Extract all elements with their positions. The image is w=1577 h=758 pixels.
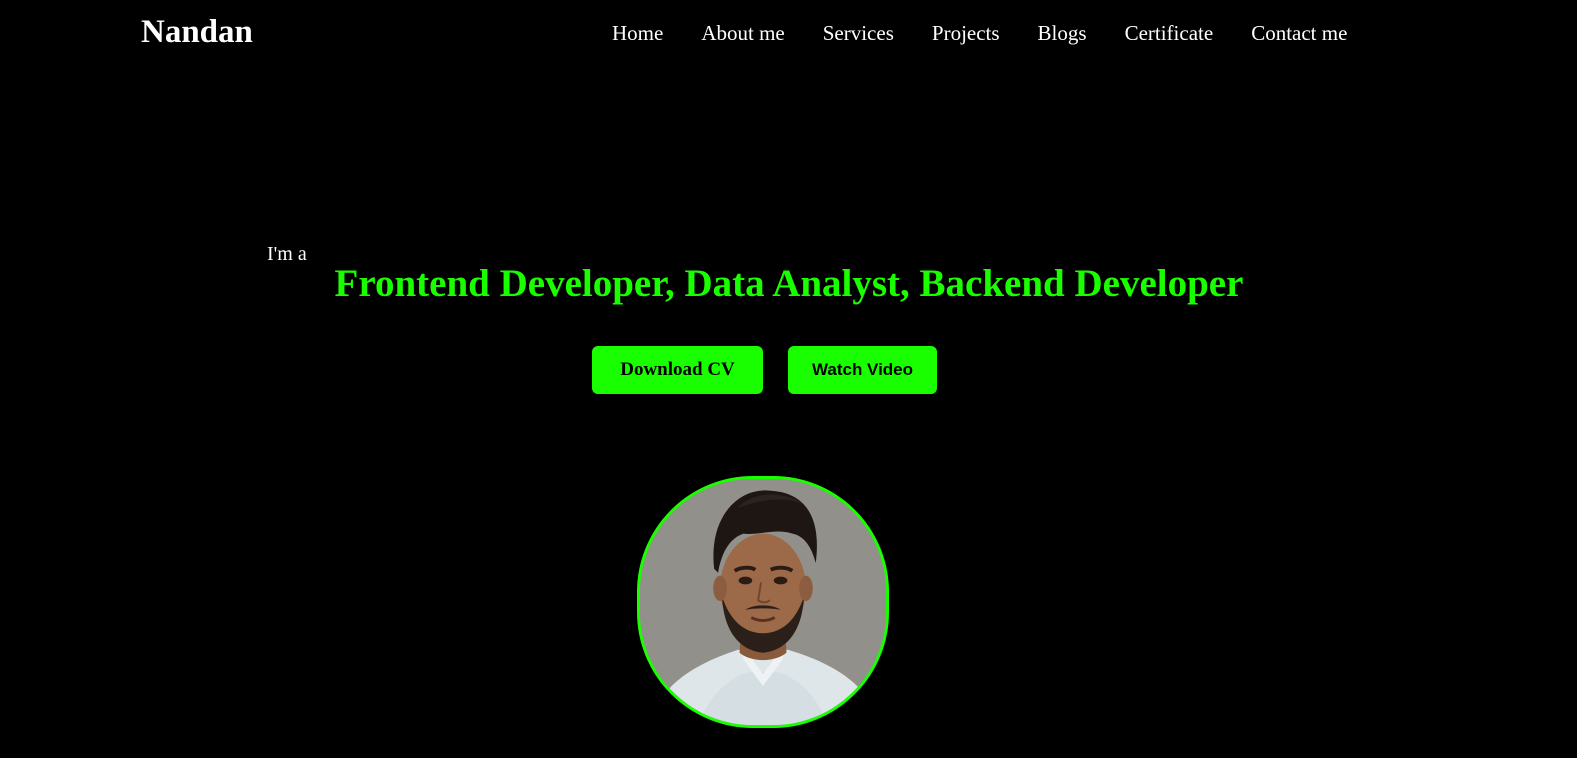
hero-roles: Frontend Developer, Data Analyst, Backen… bbox=[0, 260, 1577, 308]
nav-item-certificate: Certificate bbox=[1125, 19, 1214, 47]
nav-link-home[interactable]: Home bbox=[612, 19, 663, 47]
nav-link-about[interactable]: About me bbox=[701, 19, 784, 47]
nav-item-projects: Projects bbox=[932, 19, 1000, 47]
nav-item-home: Home bbox=[612, 19, 663, 47]
profile-avatar bbox=[637, 476, 889, 728]
hero-roles-text: Frontend Developer, Data Analyst, Backen… bbox=[334, 262, 1244, 305]
nav-link-services[interactable]: Services bbox=[823, 19, 894, 47]
nav-item-services: Services bbox=[823, 19, 894, 47]
nav-link-certificate[interactable]: Certificate bbox=[1125, 19, 1214, 47]
watch-video-button[interactable]: Watch Video bbox=[788, 346, 937, 394]
site-logo[interactable]: Nandan bbox=[141, 12, 253, 52]
nav-item-contact: Contact me bbox=[1251, 19, 1347, 47]
nav-link-contact[interactable]: Contact me bbox=[1251, 19, 1347, 47]
nav-item-blogs: Blogs bbox=[1038, 19, 1087, 47]
nav-link-projects[interactable]: Projects bbox=[932, 19, 1000, 47]
profile-photo bbox=[640, 479, 886, 725]
nav-item-about: About me bbox=[701, 19, 784, 47]
download-cv-button[interactable]: Download CV bbox=[592, 346, 763, 394]
nav-link-blogs[interactable]: Blogs bbox=[1038, 19, 1087, 47]
main-nav: Home About me Services Projects Blogs Ce… bbox=[612, 19, 1347, 47]
